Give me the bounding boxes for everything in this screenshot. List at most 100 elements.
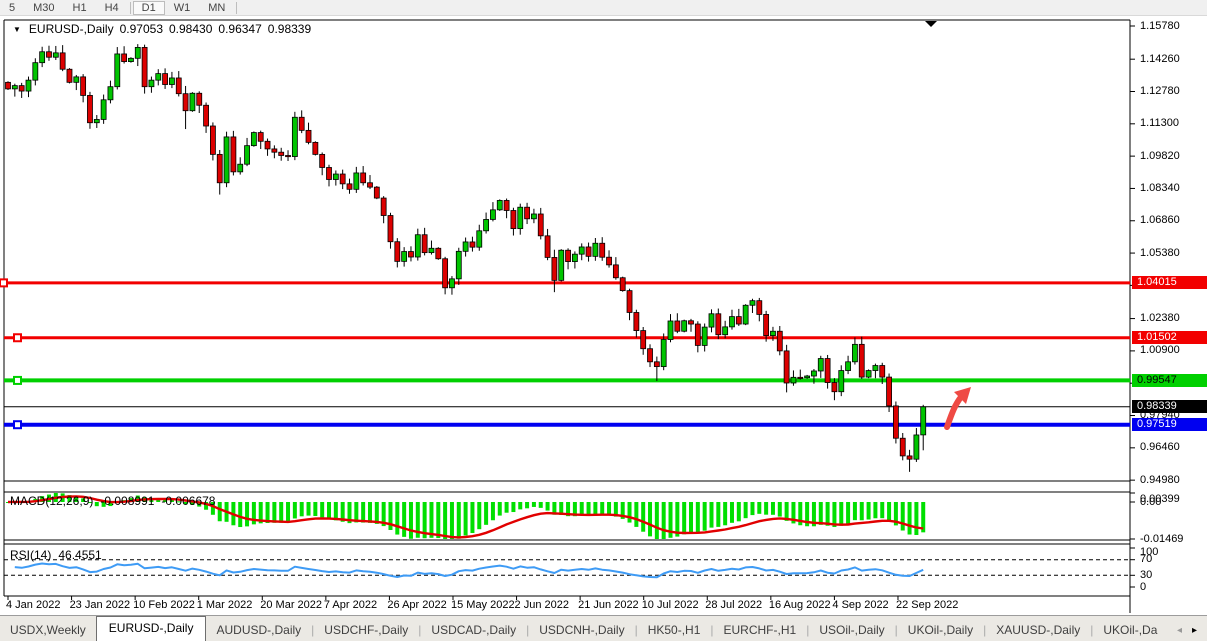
macd-histogram-bar bbox=[300, 502, 304, 516]
tab-hk50-h1[interactable]: HK50-,H1 bbox=[638, 619, 711, 641]
date-axis-label: 28 Jul 2022 bbox=[705, 599, 762, 611]
candle-body bbox=[402, 252, 407, 262]
tab-scroll-right-icon[interactable]: ▸ bbox=[1192, 625, 1197, 636]
candle-body bbox=[33, 63, 38, 80]
candle-body bbox=[525, 207, 530, 219]
candle-body bbox=[729, 317, 734, 327]
macd-histogram-bar bbox=[546, 502, 550, 511]
candle-body bbox=[429, 248, 434, 252]
tab-usdcad-daily[interactable]: USDCAD-,Daily bbox=[421, 619, 526, 641]
macd-histogram-bar bbox=[778, 502, 782, 517]
macd-histogram-bar bbox=[860, 502, 864, 520]
candle-body bbox=[367, 183, 372, 187]
price-axis-label: 1.11300 bbox=[1140, 117, 1179, 129]
tab-usdchf-daily[interactable]: USDCHF-,Daily bbox=[314, 619, 418, 641]
macd-histogram-bar bbox=[873, 502, 877, 518]
candle-body bbox=[620, 278, 625, 291]
candle-body bbox=[484, 219, 489, 230]
symbol-dropdown-icon: ▼ bbox=[13, 25, 21, 34]
tab-audusd-daily[interactable]: AUDUSD-,Daily bbox=[206, 619, 311, 641]
tab-eurchf-h1[interactable]: EURCHF-,H1 bbox=[714, 619, 807, 641]
tab-xauusd-daily[interactable]: XAUUSD-,Daily bbox=[986, 619, 1090, 641]
date-axis-label: 20 Mar 2022 bbox=[260, 599, 322, 611]
rsi-name: RSI(14) bbox=[10, 548, 51, 562]
macd-histogram-bar bbox=[464, 502, 468, 535]
candle-body bbox=[176, 78, 181, 94]
candle-body bbox=[764, 314, 769, 335]
macd-histogram-bar bbox=[750, 502, 754, 515]
candle-body bbox=[101, 100, 106, 120]
candlestick-plot bbox=[0, 0, 1207, 641]
candle-body bbox=[572, 254, 577, 261]
candle-body bbox=[627, 291, 632, 313]
rsi-axis-label: 70 bbox=[1140, 553, 1152, 565]
candle-body bbox=[873, 366, 878, 371]
price-axis-label: 1.05380 bbox=[1140, 247, 1180, 259]
macd-histogram-bar bbox=[648, 502, 652, 536]
price-axis-label: 0.96460 bbox=[1140, 441, 1180, 453]
macd-axis-label: 0.00 bbox=[1140, 496, 1161, 508]
candle-body bbox=[313, 142, 318, 154]
macd-histogram-bar bbox=[443, 502, 447, 539]
macd-histogram-bar bbox=[593, 502, 597, 514]
ohlc-close: 0.98339 bbox=[268, 22, 311, 36]
tab-usdx-weekly[interactable]: USDX,Weekly bbox=[0, 619, 96, 641]
candle-body bbox=[122, 54, 127, 62]
candle-body bbox=[579, 247, 584, 254]
tab-ukoil-da[interactable]: UKOil-,Da bbox=[1093, 619, 1167, 641]
candle-body bbox=[354, 173, 359, 189]
candle-body bbox=[798, 377, 803, 378]
candle-body bbox=[682, 321, 687, 331]
macd-histogram-bar bbox=[867, 502, 871, 520]
support-line-blue-marker bbox=[14, 421, 21, 428]
macd-histogram-bar bbox=[354, 502, 358, 522]
candle-body bbox=[518, 207, 523, 228]
macd-histogram-bar bbox=[580, 502, 584, 515]
candle-body bbox=[443, 259, 448, 288]
candle-body bbox=[921, 407, 926, 435]
candle-body bbox=[224, 137, 229, 183]
candle-body bbox=[333, 174, 338, 179]
date-axis-label: 16 Aug 2022 bbox=[769, 599, 831, 611]
tab-usdcnh-daily[interactable]: USDCNH-,Daily bbox=[529, 619, 634, 641]
macd-histogram-bar bbox=[737, 502, 741, 521]
tab-eurusd-daily[interactable]: EURUSD-,Daily bbox=[96, 616, 207, 641]
candle-body bbox=[777, 331, 782, 351]
chart-title: ▼ EURUSD-,Daily 0.97053 0.98430 0.96347 … bbox=[13, 22, 311, 36]
price-axis-label: 1.02380 bbox=[1140, 312, 1180, 324]
macd-histogram-bar bbox=[307, 502, 311, 516]
macd-histogram-bar bbox=[696, 502, 700, 533]
macd-histogram-bar bbox=[587, 502, 591, 515]
candle-body bbox=[292, 117, 297, 156]
candle-body bbox=[511, 210, 516, 228]
macd-label: MACD(12,26,9) -0.008991 -0.006678 bbox=[10, 494, 215, 508]
macd-histogram-bar bbox=[853, 502, 857, 520]
tab-scroll-left-icon[interactable]: ◂ bbox=[1177, 625, 1182, 636]
macd-histogram-bar bbox=[477, 502, 481, 529]
candle-body bbox=[74, 77, 79, 82]
date-axis-label: 26 Apr 2022 bbox=[387, 599, 446, 611]
candle-body bbox=[320, 154, 325, 167]
candle-body bbox=[770, 331, 775, 335]
candle-body bbox=[60, 53, 65, 69]
macd-histogram-bar bbox=[218, 502, 222, 521]
candle-body bbox=[607, 257, 612, 265]
macd-histogram-bar bbox=[628, 502, 632, 523]
tab-usoil-daily[interactable]: USOil-,Daily bbox=[809, 619, 894, 641]
macd-histogram-bar bbox=[539, 502, 543, 508]
candle-body bbox=[914, 435, 919, 459]
ohlc-high: 0.98430 bbox=[169, 22, 212, 36]
candle-body bbox=[327, 167, 332, 179]
candle-body bbox=[347, 184, 352, 189]
macd-histogram-bar bbox=[450, 502, 454, 539]
candle-body bbox=[449, 279, 454, 288]
macd-histogram-bar bbox=[634, 502, 638, 527]
candle-body bbox=[634, 312, 639, 330]
candle-body bbox=[689, 321, 694, 324]
up-arrow-annotation bbox=[947, 397, 961, 427]
candle-body bbox=[893, 406, 898, 438]
candle-body bbox=[832, 383, 837, 392]
candle-body bbox=[87, 95, 92, 122]
mt4-chart-window: 5M30H1H4D1W1MN ▼ EURUSD-,Daily 0.97053 0… bbox=[0, 0, 1207, 641]
tab-ukoil-daily[interactable]: UKOil-,Daily bbox=[898, 619, 983, 641]
